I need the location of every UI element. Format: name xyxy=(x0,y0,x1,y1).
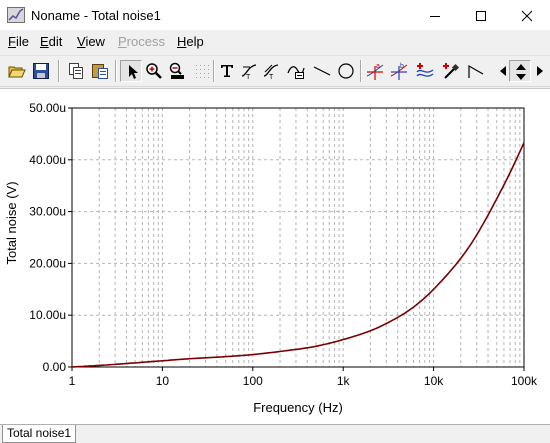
tab-total-noise1[interactable]: Total noise1 xyxy=(2,425,77,443)
noise-chart[interactable]: 1 10 100 1k 10k 100k 0.00 10.00u 20.00u 30.00u 40.… xyxy=(0,89,550,425)
curve-label-icon: T xyxy=(241,64,257,80)
toolbar-separator xyxy=(360,60,362,82)
svg-text:T: T xyxy=(269,74,274,80)
curves xyxy=(71,142,525,368)
y-tick-label: 50.00u xyxy=(29,101,66,115)
menu-view[interactable]: View xyxy=(77,34,105,49)
close-button[interactable] xyxy=(504,0,550,31)
open-button[interactable] xyxy=(6,60,28,82)
axis-label-icon: T xyxy=(263,64,279,80)
save-icon xyxy=(33,63,49,79)
svg-text:T: T xyxy=(246,74,251,80)
menu-process[interactable]: Process xyxy=(118,34,165,49)
legend-icon xyxy=(287,66,305,79)
tab-bar: Total noise1 xyxy=(0,424,550,443)
curve-label-button[interactable]: T xyxy=(238,60,260,82)
x-axis-label: Frequency (Hz) xyxy=(253,400,343,415)
ellipse-tool-button[interactable] xyxy=(335,60,357,82)
toolbar-separator xyxy=(115,60,117,82)
cursor-a-icon: a xyxy=(366,63,384,80)
series-line-0 xyxy=(71,142,525,368)
ellipse-icon xyxy=(338,63,354,79)
y-tick-label: 0.00 xyxy=(43,360,67,374)
step-icon xyxy=(468,64,484,78)
svg-text:b: b xyxy=(400,63,404,70)
add-curve-icon xyxy=(416,63,434,77)
grid-lines xyxy=(72,108,524,367)
menu-bar: File Edit View Process Help xyxy=(0,31,550,52)
tick-labels: 1 10 100 1k 10k 100k 0.00 10.00u 20.00u 30.00u 40.… xyxy=(29,101,538,388)
save-button[interactable] xyxy=(30,60,52,82)
menu-file[interactable]: File xyxy=(8,34,29,49)
cursor-a-button[interactable]: a xyxy=(364,60,386,82)
y-tick-label: 30.00u xyxy=(29,205,66,219)
color-picker-button[interactable] xyxy=(440,60,462,82)
zoom-in-button[interactable] xyxy=(143,60,165,82)
chart-area[interactable]: 1 10 100 1k 10k 100k 0.00 10.00u 20.00u 30.00u 40.… xyxy=(0,88,550,425)
step-button[interactable] xyxy=(465,60,487,82)
toolbar-separator xyxy=(213,60,215,82)
toolbar-separator xyxy=(58,60,60,82)
x-tick-label: 100k xyxy=(511,374,538,388)
zoom-100-icon xyxy=(169,62,184,79)
title-bar: Noname - Total noise1 xyxy=(0,0,550,31)
close-icon xyxy=(521,10,533,22)
axis-label-button[interactable]: T xyxy=(260,60,282,82)
color-picker-icon xyxy=(443,63,460,79)
arrow-right-icon xyxy=(537,66,543,76)
x-tick-label: 100 xyxy=(243,374,263,388)
text-icon xyxy=(221,65,233,77)
minimize-button[interactable] xyxy=(412,0,458,31)
y-axis-label: Total noise (V) xyxy=(4,181,19,264)
arrow-up-down-icon xyxy=(516,64,526,80)
select-tool-button[interactable] xyxy=(120,60,142,82)
plot-frame xyxy=(71,107,525,368)
select-arrow-icon xyxy=(129,65,138,79)
cursor-b-button[interactable]: b xyxy=(388,60,410,82)
x-tick-label: 10k xyxy=(424,374,444,388)
paste-button[interactable] xyxy=(89,60,111,82)
text-tool-button[interactable] xyxy=(216,60,238,82)
y-tick-label: 40.00u xyxy=(29,153,66,167)
x-tick-label: 10 xyxy=(156,374,170,388)
maximize-icon xyxy=(476,11,486,21)
copy-icon xyxy=(69,63,83,79)
svg-text:a: a xyxy=(376,63,380,70)
minimize-icon xyxy=(430,16,440,17)
add-curve-button[interactable] xyxy=(414,60,436,82)
open-folder-icon xyxy=(8,66,26,78)
toolbar: T T a b xyxy=(0,55,550,87)
line-tool-button[interactable] xyxy=(311,60,333,82)
x-tick-label: 1k xyxy=(337,374,351,388)
y-tick-label: 20.00u xyxy=(29,256,66,270)
y-tick-label: 10.00u xyxy=(29,308,66,322)
maximize-button[interactable] xyxy=(458,0,504,31)
menu-help[interactable]: Help xyxy=(177,34,204,49)
scroll-vertical-button[interactable] xyxy=(509,60,531,82)
x-tick-label: 1 xyxy=(69,374,76,388)
menu-edit[interactable]: Edit xyxy=(40,34,62,49)
line-icon xyxy=(313,66,331,76)
zoom-in-icon xyxy=(146,63,162,79)
paste-icon xyxy=(92,64,108,79)
zoom-100-button[interactable] xyxy=(166,60,188,82)
copy-button[interactable] xyxy=(65,60,87,82)
legend-button[interactable] xyxy=(285,60,307,82)
app-icon xyxy=(7,7,25,23)
scroll-right-button[interactable] xyxy=(529,60,550,82)
window-title: Noname - Total noise1 xyxy=(31,8,161,23)
grid-icon xyxy=(196,65,209,78)
grid-button[interactable] xyxy=(191,60,213,82)
cursor-b-icon: b xyxy=(390,63,408,80)
